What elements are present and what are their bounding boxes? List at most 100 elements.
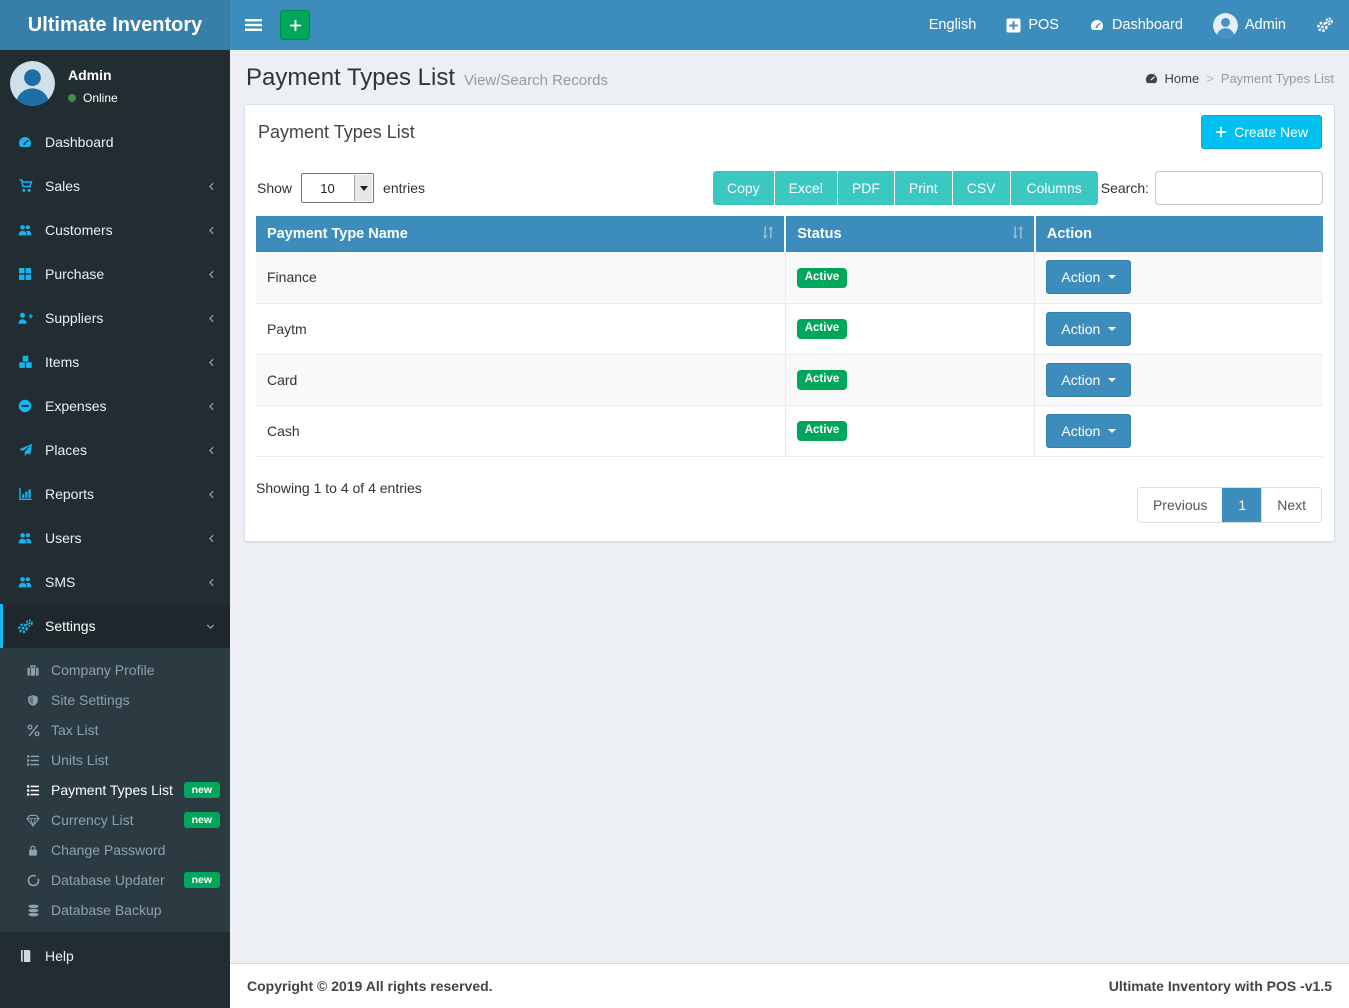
chevron-left-icon xyxy=(207,533,216,544)
search-label: Search: xyxy=(1101,180,1149,196)
copy-button[interactable]: Copy xyxy=(713,171,774,205)
tachometer-icon xyxy=(1144,72,1159,85)
sidebar-item-places[interactable]: Places xyxy=(0,428,230,472)
sidebar-item-sms[interactable]: SMS xyxy=(0,560,230,604)
sort-icon xyxy=(761,225,775,240)
nav-dashboard-label: Dashboard xyxy=(1112,17,1183,33)
pagination: Previous 1 Next xyxy=(1137,487,1322,523)
nav-settings-button[interactable] xyxy=(1301,0,1349,50)
sidebar-item-dashboard[interactable]: Dashboard xyxy=(0,120,230,164)
column-header-label: Action xyxy=(1047,226,1092,242)
sidebar-item-customers[interactable]: Customers xyxy=(0,208,230,252)
payment-types-panel: Payment Types List Create New Show 10 xyxy=(244,104,1335,542)
print-button[interactable]: Print xyxy=(895,171,952,205)
sidebar-item-expenses[interactable]: Expenses xyxy=(0,384,230,428)
chevron-left-icon xyxy=(207,181,216,192)
sidebar-subitem-label: Site Settings xyxy=(51,692,130,708)
sidebar-subitem-label: Company Profile xyxy=(51,662,155,678)
table-row: Cash Active Action xyxy=(256,405,1323,456)
entries-label: entries xyxy=(383,180,425,196)
column-header-payment-type-name[interactable]: Payment Type Name xyxy=(256,216,785,252)
nav-pos[interactable]: POS xyxy=(991,0,1074,50)
sidebar-toggle-button[interactable] xyxy=(230,0,277,50)
csv-button[interactable]: CSV xyxy=(953,171,1010,205)
row-action-button[interactable]: Action xyxy=(1046,312,1131,346)
payment-types-table: Payment Type Name Status xyxy=(256,216,1323,457)
action-button-label: Action xyxy=(1061,269,1100,285)
table-row: Card Active Action xyxy=(256,354,1323,405)
sidebar-item-help[interactable]: Help xyxy=(0,934,230,978)
row-action-button[interactable]: Action xyxy=(1046,363,1131,397)
create-new-button[interactable]: Create New xyxy=(1201,115,1322,149)
user-status-label: Online xyxy=(83,91,118,105)
new-badge: new xyxy=(184,782,220,799)
sidebar-item-purchase[interactable]: Purchase xyxy=(0,252,230,296)
excel-button[interactable]: Excel xyxy=(775,171,837,205)
pagination-next-button[interactable]: Next xyxy=(1261,488,1321,522)
sidebar-item-reports[interactable]: Reports xyxy=(0,472,230,516)
list-icon xyxy=(24,784,42,797)
sidebar-subitem-payment-types-list[interactable]: Payment Types List new xyxy=(0,775,230,805)
sidebar-subitem-label: Change Password xyxy=(51,842,165,858)
pagination-previous-button[interactable]: Previous xyxy=(1138,488,1222,522)
breadcrumb-home-label: Home xyxy=(1165,71,1200,86)
column-header-status[interactable]: Status xyxy=(785,216,1035,252)
row-action-button[interactable]: Action xyxy=(1046,260,1131,294)
database-icon xyxy=(24,904,42,917)
columns-button[interactable]: Columns xyxy=(1011,171,1098,205)
page-title-text: Payment Types List xyxy=(246,64,455,92)
sidebar: Admin Online Dashboard Sales xyxy=(0,50,230,1008)
sidebar-subitem-units-list[interactable]: Units List xyxy=(0,745,230,775)
users-icon xyxy=(15,575,35,589)
payment-type-name-cell: Paytm xyxy=(256,303,785,354)
user-status[interactable]: Online xyxy=(68,91,118,105)
chevron-left-icon xyxy=(207,313,216,324)
sidebar-item-suppliers[interactable]: Suppliers xyxy=(0,296,230,340)
sidebar-subitem-tax-list[interactable]: Tax List xyxy=(0,715,230,745)
table-row: Paytm Active Action xyxy=(256,303,1323,354)
table-row: Finance Active Action xyxy=(256,252,1323,303)
sidebar-subitem-site-settings[interactable]: Site Settings xyxy=(0,685,230,715)
pdf-button[interactable]: PDF xyxy=(838,171,894,205)
search-input[interactable] xyxy=(1155,171,1323,205)
new-badge: new xyxy=(184,872,220,889)
nav-language-label: English xyxy=(929,17,977,33)
quick-add-button[interactable] xyxy=(280,10,310,40)
sidebar-menu-bottom: Help xyxy=(0,934,230,978)
sidebar-item-sales[interactable]: Sales xyxy=(0,164,230,208)
sidebar-subitem-database-backup[interactable]: Database Backup xyxy=(0,895,230,925)
nav-dashboard[interactable]: Dashboard xyxy=(1074,0,1198,50)
status-badge: Active xyxy=(797,421,848,441)
create-new-label: Create New xyxy=(1234,124,1308,140)
breadcrumb-home[interactable]: Home xyxy=(1144,71,1200,86)
nav-language[interactable]: English xyxy=(914,0,992,50)
brand-logo[interactable]: Ultimate Inventory xyxy=(0,0,230,50)
sidebar-subitem-database-updater[interactable]: Database Updater new xyxy=(0,865,230,895)
nav-user-menu[interactable]: Admin xyxy=(1198,0,1301,50)
content-header: Payment Types List View/Search Records H… xyxy=(230,50,1349,104)
sidebar-item-label: Settings xyxy=(45,618,96,634)
plus-icon xyxy=(1215,126,1227,138)
panel-title: Payment Types List xyxy=(258,122,415,143)
sidebar-item-settings[interactable]: Settings xyxy=(0,604,230,648)
table-info: Showing 1 to 4 of 4 entries xyxy=(256,480,422,496)
sidebar-menu: Dashboard Sales Customers xyxy=(0,120,230,648)
page-length-select[interactable]: 10 xyxy=(301,173,374,203)
status-badge: Active xyxy=(797,370,848,390)
select-arrow-icon xyxy=(354,175,372,201)
chevron-left-icon xyxy=(207,445,216,456)
main-header: Ultimate Inventory English xyxy=(0,0,1349,50)
row-action-button[interactable]: Action xyxy=(1046,414,1131,448)
page-subtitle: View/Search Records xyxy=(464,72,608,89)
payment-type-name-cell: Finance xyxy=(256,252,785,303)
sidebar-subitem-currency-list[interactable]: Currency List new xyxy=(0,805,230,835)
navbar-right: English POS Dashboard xyxy=(914,0,1349,50)
grid-icon xyxy=(15,267,35,281)
lock-icon xyxy=(24,844,42,857)
pagination-page-1-button[interactable]: 1 xyxy=(1222,488,1261,522)
sidebar-subitem-change-password[interactable]: Change Password xyxy=(0,835,230,865)
sidebar-item-items[interactable]: Items xyxy=(0,340,230,384)
sidebar-subitem-company-profile[interactable]: Company Profile xyxy=(0,655,230,685)
sort-icon xyxy=(1011,225,1025,240)
sidebar-item-users[interactable]: Users xyxy=(0,516,230,560)
